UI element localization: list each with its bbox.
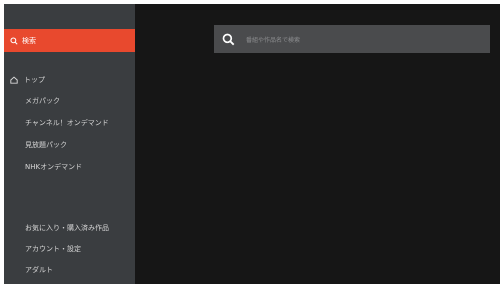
sidebar-item-label: 見放題パック [25,141,67,149]
search-input[interactable]: 番組や作品名で検索 [214,25,490,53]
tv-frame: 検索 トップ メガパック チャンネル！オンデマンド 見放題パック NHKオンデマ… [0,0,503,285]
sidebar-item-label: 検索 [22,36,36,45]
search-icon [10,36,18,45]
sidebar-item-top[interactable]: トップ [4,72,135,88]
main-content: 番組や作品名で検索 [135,4,500,284]
sidebar-item-label: チャンネル！オンデマンド [25,119,109,127]
sidebar: 検索 トップ メガパック チャンネル！オンデマンド 見放題パック NHKオンデマ… [4,4,135,284]
sidebar-item-label: アカウント・設定 [25,245,81,253]
sidebar-item-label: トップ [24,76,45,84]
home-icon [10,76,18,84]
sidebar-item-channel-on-demand[interactable]: チャンネル！オンデマンド [4,115,135,131]
sidebar-item-megapack[interactable]: メガパック [4,93,135,109]
app-screen: 検索 トップ メガパック チャンネル！オンデマンド 見放題パック NHKオンデマ… [4,4,500,284]
sidebar-item-label: メガパック [25,97,60,105]
sidebar-item-account-settings[interactable]: アカウント・設定 [4,241,135,257]
sidebar-item-unlimited-pack[interactable]: 見放題パック [4,137,135,153]
sidebar-item-label: アダルト [25,266,53,274]
sidebar-item-favorites-purchased[interactable]: お気に入り・購入済み作品 [4,220,135,236]
search-placeholder: 番組や作品名で検索 [246,36,301,44]
sidebar-item-label: お気に入り・購入済み作品 [25,224,109,232]
sidebar-item-adult[interactable]: アダルト [4,262,135,278]
sidebar-item-search[interactable]: 検索 [4,29,135,52]
sidebar-item-label: NHKオンデマンド [25,163,83,171]
sidebar-item-nhk-on-demand[interactable]: NHKオンデマンド [4,159,135,175]
search-icon [222,33,235,45]
